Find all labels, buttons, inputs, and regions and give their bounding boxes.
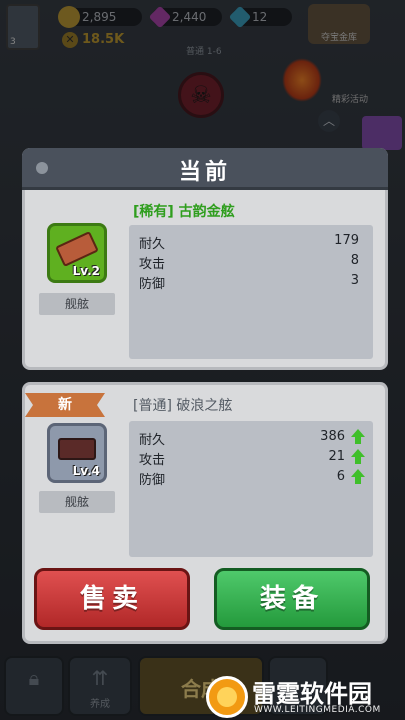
current-item-level: Lv.2 — [72, 264, 100, 278]
site-watermark: 雷霆软件园 WWW.LEITINGMEDIA.COM — [206, 674, 405, 720]
watermark-url: WWW.LEITINGMEDIA.COM — [254, 705, 381, 715]
new-item-level: Lv.4 — [72, 464, 100, 478]
equip-button[interactable]: 装备 — [214, 568, 370, 630]
stat-name: 防御 — [139, 277, 166, 292]
stat-name: 攻击 — [139, 257, 166, 272]
stat-value: 3 — [350, 273, 359, 288]
stat-row: 防御 3 — [139, 271, 373, 292]
current-panel-header: 当前 — [22, 148, 388, 190]
stat-row: 攻击 21 — [139, 447, 373, 468]
new-stats-box: 耐久 386 攻击 21 防御 6 — [129, 421, 373, 557]
stat-value: 8 — [350, 253, 359, 268]
stat-value: 386 — [320, 429, 345, 444]
new-item-slot[interactable]: Lv.4 — [47, 423, 107, 483]
stat-name: 耐久 — [139, 433, 166, 448]
hull-plank-icon — [55, 231, 99, 267]
new-item-name: [普通] 破浪之舷 — [133, 398, 233, 414]
watermark-logo-icon — [206, 676, 248, 718]
current-item-panel: 当前 [稀有] 古韵金舷 Lv.2 舰舷 耐久 179 攻击 8 防御 3 — [22, 148, 388, 370]
stat-value: 179 — [334, 233, 359, 248]
stat-up-arrow-icon — [351, 429, 365, 445]
sell-button[interactable]: 售卖 — [34, 568, 190, 630]
stat-row: 耐久 179 — [139, 231, 373, 252]
current-panel-title: 当前 — [178, 160, 231, 185]
new-item-type: 舰舷 — [39, 491, 115, 513]
stat-up-arrow-icon — [351, 469, 365, 485]
current-item-slot[interactable]: Lv.2 — [47, 223, 107, 283]
stat-value: 21 — [328, 449, 345, 464]
stat-row: 耐久 386 — [139, 427, 373, 448]
current-item-name: [稀有] 古韵金舷 — [133, 204, 235, 220]
current-item-type: 舰舷 — [39, 293, 115, 315]
stat-row: 防御 6 — [139, 467, 373, 488]
new-tag: 新 — [25, 393, 105, 417]
stat-up-arrow-icon — [351, 449, 365, 465]
stat-row: 攻击 8 — [139, 251, 373, 272]
watermark-name: 雷霆软件园 — [252, 680, 372, 708]
stat-value: 6 — [336, 469, 345, 484]
stat-name: 耐久 — [139, 237, 166, 252]
hull-plank-icon — [58, 438, 96, 460]
stat-name: 防御 — [139, 473, 166, 488]
current-stats-box: 耐久 179 攻击 8 防御 3 — [129, 225, 373, 359]
stat-name: 攻击 — [139, 453, 166, 468]
